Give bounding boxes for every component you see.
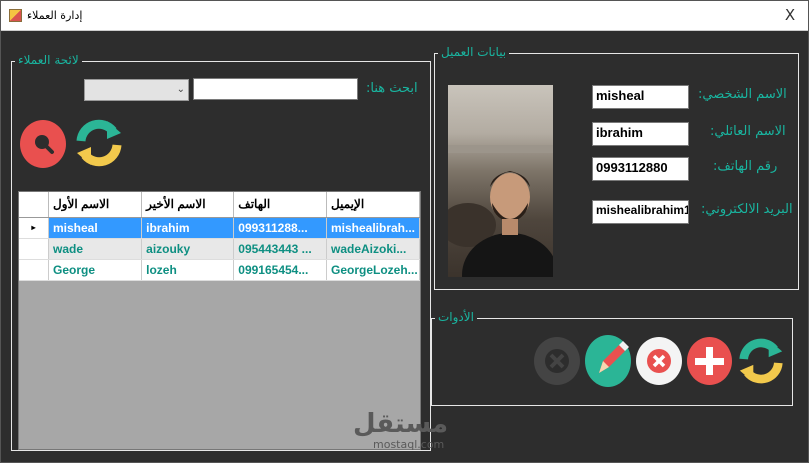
- cell-phone[interactable]: 095443443 ...: [233, 238, 327, 260]
- search-icon: [35, 135, 54, 154]
- search-label: ابحث هنا:: [366, 81, 418, 96]
- cell-first-name[interactable]: wade: [48, 238, 143, 260]
- row-selector[interactable]: [19, 259, 49, 281]
- add-button[interactable]: [687, 337, 732, 385]
- customer-photo-image: [448, 145, 553, 277]
- column-header-phone[interactable]: الهاتف: [233, 192, 327, 218]
- search-input[interactable]: [193, 78, 358, 100]
- watermark-url: mostaql.com: [373, 438, 445, 451]
- grid-header-row: الاسم الأول الاسم الأخير الهاتف الإيميل: [19, 192, 420, 218]
- refresh-list-button[interactable]: [73, 117, 125, 169]
- delete-button[interactable]: [534, 337, 580, 385]
- search-button[interactable]: [20, 120, 66, 168]
- refresh-icon: [76, 119, 122, 167]
- x-icon: [545, 349, 569, 373]
- last-name-label: الاسم العائلي:: [710, 124, 786, 139]
- pencil-icon: [599, 341, 629, 373]
- email-field[interactable]: mishealibrahim1: [592, 200, 689, 224]
- chevron-down-icon: ⌄: [176, 84, 185, 95]
- filter-dropdown[interactable]: ⌄: [84, 79, 189, 101]
- cell-first-name[interactable]: misheal: [48, 217, 143, 239]
- customer-photo[interactable]: [448, 85, 553, 277]
- phone-label: رقم الهاتف:: [713, 159, 778, 174]
- cell-phone[interactable]: 099165454...: [233, 259, 327, 281]
- first-name-field[interactable]: misheal: [592, 85, 689, 109]
- cancel-button[interactable]: [636, 337, 682, 385]
- plus-icon: [695, 347, 724, 375]
- cell-last-name[interactable]: aizouky: [141, 238, 235, 260]
- refresh-icon: [739, 338, 783, 384]
- first-name-label: الاسم الشخصي:: [698, 87, 787, 102]
- window-title: إدارة العملاء: [27, 9, 83, 22]
- cell-email[interactable]: mishealibrah...: [326, 217, 420, 239]
- cell-last-name[interactable]: ibrahim: [141, 217, 235, 239]
- refresh-button[interactable]: [736, 334, 786, 388]
- grid-corner: [19, 192, 49, 218]
- table-row[interactable]: George lozeh 099165454... GeorgeLozeh...: [19, 259, 420, 281]
- cell-email[interactable]: wadeAizoki...: [326, 238, 420, 260]
- email-label: البريد الالكتروني:: [701, 202, 793, 217]
- table-row[interactable]: ▸ misheal ibrahim 099311288... mishealib…: [19, 217, 420, 239]
- close-circle-icon: [647, 349, 671, 373]
- title-bar: إدارة العملاء X: [1, 1, 808, 31]
- app-icon: [9, 9, 22, 22]
- tools-legend: الأدوات: [435, 310, 477, 324]
- table-row[interactable]: wade aizouky 095443443 ... wadeAizoki...: [19, 238, 420, 260]
- cell-phone[interactable]: 099311288...: [233, 217, 327, 239]
- edit-button[interactable]: [585, 335, 631, 387]
- row-selector[interactable]: ▸: [19, 217, 49, 239]
- cell-first-name[interactable]: George: [48, 259, 143, 281]
- cell-last-name[interactable]: lozeh: [141, 259, 235, 281]
- column-header-last-name[interactable]: الاسم الأخير: [141, 192, 235, 218]
- watermark-text: مستقل: [353, 409, 449, 439]
- customer-details-legend: بيانات العميل: [438, 45, 510, 59]
- close-button[interactable]: X: [780, 5, 800, 25]
- customer-management-window: إدارة العملاء X لائحة العملاء ابحث هنا: …: [0, 0, 809, 463]
- column-header-email[interactable]: الإيميل: [326, 192, 420, 218]
- cell-email[interactable]: GeorgeLozeh...: [326, 259, 420, 281]
- row-selector[interactable]: [19, 238, 49, 260]
- customers-list-legend: لائحة العملاء: [15, 53, 82, 67]
- last-name-field[interactable]: ibrahim: [592, 122, 689, 146]
- phone-field[interactable]: 0993112880: [592, 157, 689, 181]
- column-header-first-name[interactable]: الاسم الأول: [48, 192, 143, 218]
